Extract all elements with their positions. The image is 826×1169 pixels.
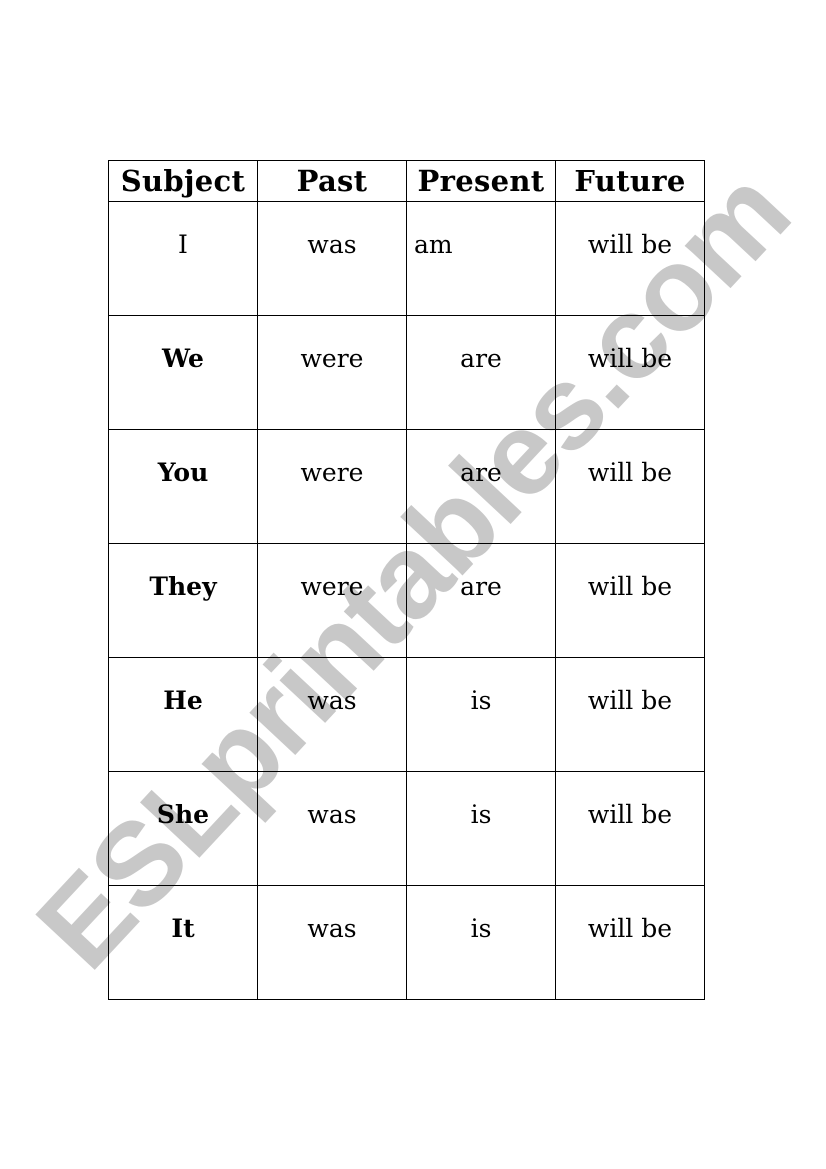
future-cell: will be (555, 201, 705, 316)
past-cell: were (257, 543, 407, 658)
future-cell: will be (555, 657, 705, 772)
present-text: are (460, 344, 502, 373)
present-text: is (470, 800, 492, 829)
subject-cell: She (108, 771, 258, 886)
past-text: was (307, 686, 357, 715)
present-text: am (414, 230, 453, 259)
present-cell: are (406, 315, 556, 430)
past-text: was (307, 230, 357, 259)
past-text: was (307, 914, 357, 943)
present-cell: are (406, 543, 556, 658)
header-subject: Subject (108, 160, 258, 202)
header-past: Past (257, 160, 407, 202)
future-text: will be (587, 572, 673, 601)
past-cell: was (257, 885, 407, 1000)
subject-text: They (149, 572, 217, 601)
past-text: were (300, 572, 364, 601)
table-row: They were are will be (108, 543, 705, 658)
table-row: She was is will be (108, 771, 705, 886)
future-text: will be (587, 230, 673, 259)
subject-text: You (157, 458, 209, 487)
subject-cell: It (108, 885, 258, 1000)
past-text: were (300, 344, 364, 373)
table-row: I was am will be (108, 201, 705, 316)
future-cell: will be (555, 315, 705, 430)
future-cell: will be (555, 543, 705, 658)
header-row: Subject Past Present Future (108, 160, 705, 202)
table-row: You were are will be (108, 429, 705, 544)
subject-cell: I (108, 201, 258, 316)
verb-to-be-table: Subject Past Present Future I was am wil… (108, 160, 705, 1000)
subject-cell: They (108, 543, 258, 658)
table-row: It was is will be (108, 885, 705, 1000)
future-cell: will be (555, 885, 705, 1000)
past-text: was (307, 800, 357, 829)
subject-text: I (178, 230, 188, 259)
subject-text: We (162, 344, 204, 373)
future-text: will be (587, 458, 673, 487)
past-cell: was (257, 657, 407, 772)
subject-text: He (163, 686, 203, 715)
subject-cell: We (108, 315, 258, 430)
subject-text: It (171, 914, 195, 943)
present-cell: is (406, 657, 556, 772)
past-cell: was (257, 771, 407, 886)
present-cell: is (406, 885, 556, 1000)
present-cell: is (406, 771, 556, 886)
future-text: will be (587, 914, 673, 943)
present-cell: are (406, 429, 556, 544)
subject-cell: You (108, 429, 258, 544)
past-text: were (300, 458, 364, 487)
header-future: Future (555, 160, 705, 202)
present-text: are (460, 458, 502, 487)
future-cell: will be (555, 771, 705, 886)
present-text: is (470, 686, 492, 715)
subject-text: She (156, 800, 210, 829)
past-cell: were (257, 429, 407, 544)
past-cell: were (257, 315, 407, 430)
header-present: Present (406, 160, 556, 202)
present-text: are (460, 572, 502, 601)
subject-cell: He (108, 657, 258, 772)
future-text: will be (587, 800, 673, 829)
future-text: will be (587, 686, 673, 715)
present-text: is (470, 914, 492, 943)
table-row: We were are will be (108, 315, 705, 430)
present-cell: am (406, 201, 556, 316)
table-row: He was is will be (108, 657, 705, 772)
future-cell: will be (555, 429, 705, 544)
past-cell: was (257, 201, 407, 316)
future-text: will be (587, 344, 673, 373)
